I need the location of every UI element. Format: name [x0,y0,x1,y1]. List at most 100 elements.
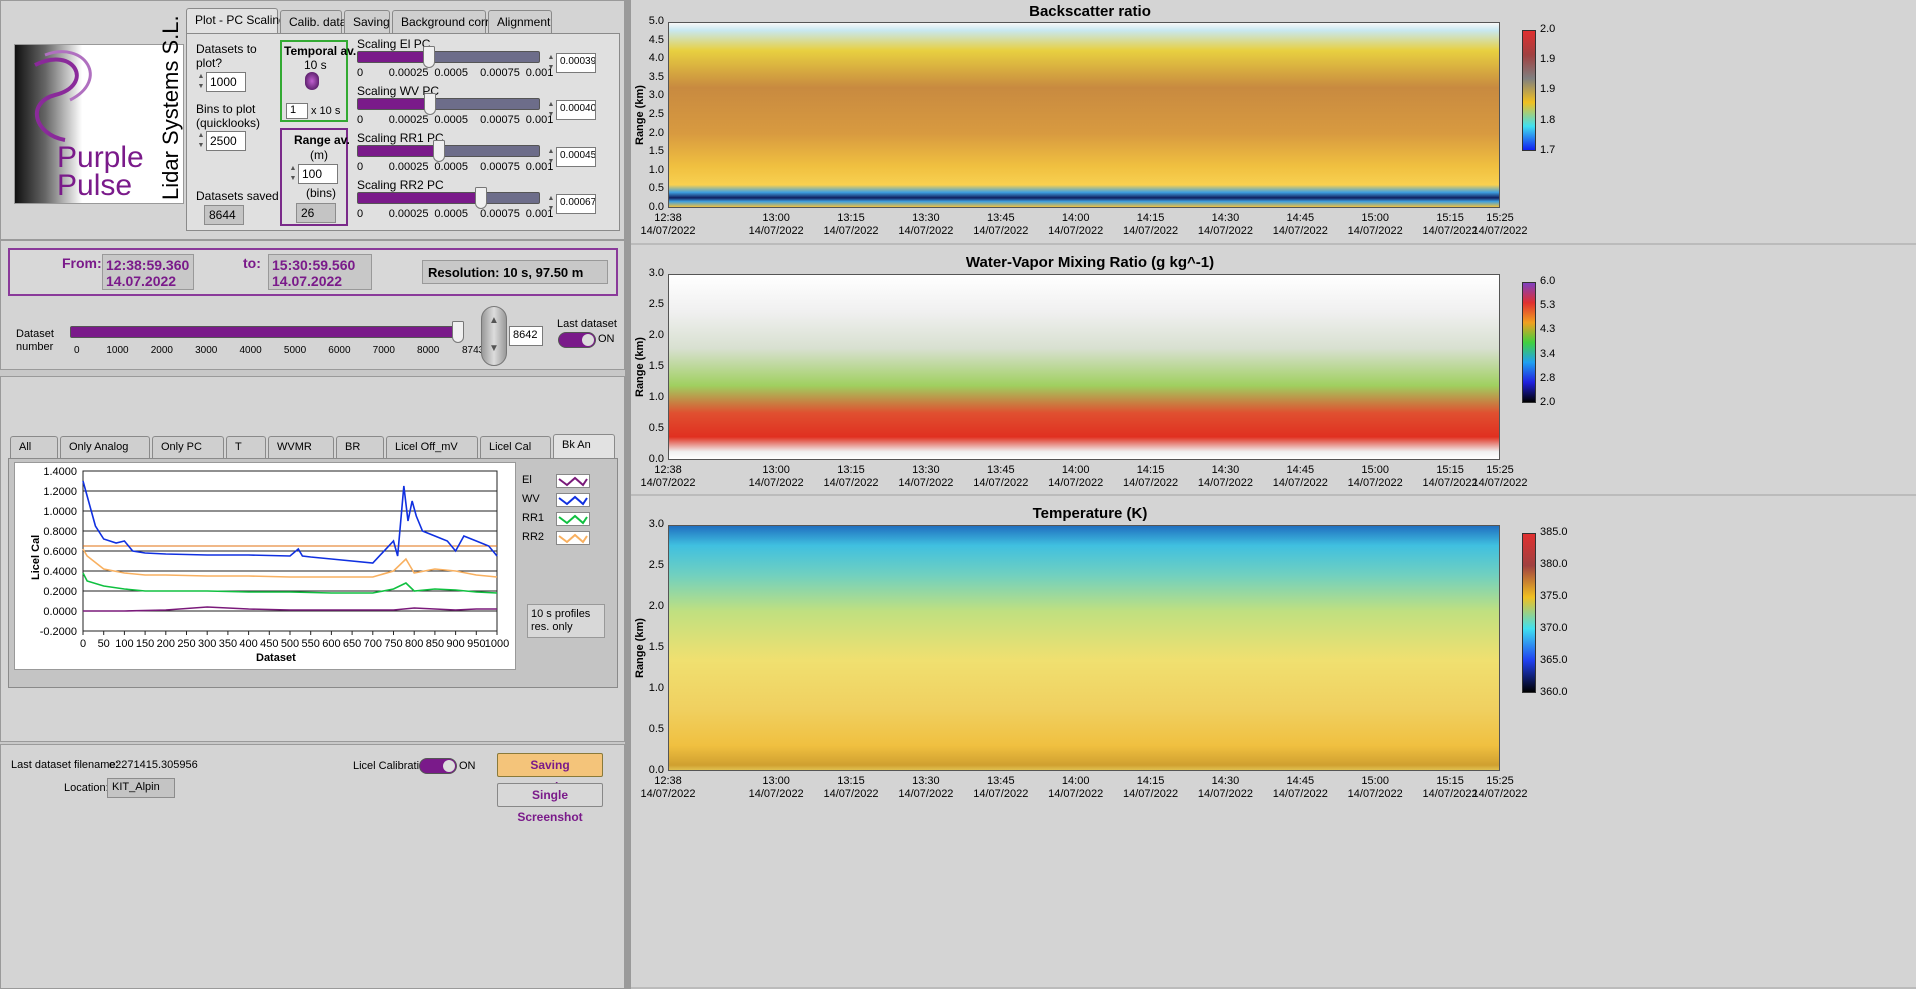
scaling-slider[interactable] [357,187,540,209]
tab-calib-data[interactable]: Calib. data [280,10,346,34]
tab-graph-licel-cal[interactable]: Licel Cal [480,436,551,460]
range-av-input[interactable]: 100 [298,164,338,184]
xtick-time: 13:00 [762,464,790,476]
licel-cal-toggle[interactable] [419,758,457,774]
scaling-value-spinner[interactable]: ▲ ▼ [546,147,556,167]
last-dataset-toggle[interactable] [558,332,596,348]
scaling-value-input[interactable]: 0.000394 [556,53,596,73]
backscatter-colorbar-tick: 2.0 [1540,23,1556,35]
tab-saving[interactable]: Saving [344,10,390,34]
temporal-av-knob[interactable] [305,72,319,90]
xtick-time: 14:00 [1061,212,1090,224]
dataset-slider-knob[interactable] [452,321,465,343]
chart-ytick: -0.2000 [40,626,77,638]
backscatter-xtick: 13:15 14/07/2022 [816,212,886,238]
xtick-time: 14:00 [1061,464,1090,476]
legend-label: El [522,474,532,486]
dataset-scale-tick: 1000 [106,345,129,356]
backscatter-title: Backscatter ratio [1029,3,1151,20]
chart-ytick: 0.0000 [43,606,77,618]
xtick-time: 12:38 [654,464,682,476]
tab-graph-all[interactable]: All [10,436,58,460]
scaling-value-input[interactable]: 0.00045 [556,147,596,167]
scaling-slider-label: Scaling RR2 PC [357,178,444,192]
scaling-value-input[interactable]: 0.000677 [556,194,596,214]
chart-xtick: 500 [281,638,299,650]
backscatter-xtick: 15:25 14/07/2022 [1465,212,1535,238]
tab-background-corr[interactable]: Background corr. [392,10,492,34]
legend-swatch [556,474,590,488]
xtick-date: 14/07/2022 [898,225,954,237]
datasets-to-plot-spinner[interactable]: ▲ ▼ [196,72,206,92]
legend-entry: WV [518,491,594,509]
dataset-slider[interactable] [70,321,465,343]
wvmr-colorbar-tick: 4.3 [1540,323,1556,336]
from-time-box: 12:38:59.360 14.07.2022 [102,254,194,290]
dataset-slider-fill [71,327,459,337]
tab-graph-only-analog[interactable]: Only Analog [60,436,150,460]
temperature-colorbar-tick: 375.0 [1540,589,1568,602]
scaling-slider-fill [358,193,481,203]
scaling-slider-fill [358,52,430,62]
scaling-value-input[interactable]: 0.000400 [556,100,596,120]
scaling-slider-fill [358,99,431,109]
temperature-xtick: 14:45 14/07/2022 [1265,775,1335,801]
tab-alignment[interactable]: Alignment [488,10,552,34]
dataset-number-label: Dataset number [16,328,54,353]
scaling-slider-knob[interactable] [474,187,487,209]
temperature-ytick: 0.5 [648,723,664,735]
tab-plot-pc-scaling[interactable]: Plot - PC Scaling [186,8,286,34]
scaling-slider[interactable] [357,46,540,68]
tab-graph-licel-off-mv[interactable]: Licel Off_mV [386,436,478,460]
tab-graph-bk-an[interactable]: Bk An [553,434,615,460]
scaling-value-spinner[interactable]: ▲ ▼ [546,100,556,120]
from-date: 14.07.2022 [106,273,177,289]
wvmr-title: Water-Vapor Mixing Ratio (g kg^-1) [965,254,1215,271]
xtick-time: 13:00 [762,775,790,787]
chart-xtick: 0 [80,638,86,650]
bins-to-plot-spinner[interactable]: ▲ ▼ [196,131,206,151]
chart-ytick: 0.4000 [43,566,77,578]
bins-to-plot-input[interactable]: 2500 [206,131,246,151]
backscatter-xtick: 13:00 14/07/2022 [741,212,811,238]
saving-screenshots-button[interactable]: Saving screenshots... [497,753,603,794]
single-screenshot-button[interactable]: Single Screenshot [497,783,603,824]
range-av-spinner[interactable]: ▲ ▼ [288,164,298,184]
temporal-av-label: Temporal av. [284,44,357,58]
wvmr-colorbar-tick: 2.0 [1540,395,1556,408]
tab-graph-br[interactable]: BR [336,436,384,460]
scaling-slider-knob[interactable] [423,46,436,68]
xtick-time: 14:45 [1286,212,1315,224]
xtick-time: 13:15 [837,464,865,476]
scaling-value-spinner[interactable]: ▲ ▼ [546,53,556,73]
scaling-slider-knob[interactable] [433,140,446,162]
dataset-number-input[interactable]: 8642 [509,326,543,346]
temperature-xtick: 14:15 14/07/2022 [1116,775,1186,801]
tab-graph-t[interactable]: T [226,436,266,460]
temporal-av-input[interactable]: 1 [286,103,308,119]
scaling-slider[interactable] [357,140,540,162]
scaling-value-spinner[interactable]: ▲ ▼ [546,194,556,214]
licel-cal-state: ON [459,760,476,772]
legend-entry: RR1 [518,510,594,528]
xtick-date: 14/07/2022 [640,788,696,800]
datasets-to-plot-input[interactable]: 1000 [206,72,246,92]
tab-graph-wvmr[interactable]: WVMR [268,436,334,460]
xtick-date: 14/07/2022 [748,788,804,800]
xtick-date: 14/07/2022 [1347,477,1403,489]
last-filename-value: e2271415.305956 [109,759,198,771]
wvmr-colorbar-tick: 2.8 [1540,371,1556,384]
wvmr-ytick: 2.5 [648,298,664,310]
backscatter-xtick: 13:45 14/07/2022 [966,212,1036,238]
temperature-colorbar-tick: 365.0 [1540,653,1568,666]
backscatter-colorbar [1522,30,1536,151]
chart-ytick: 0.2000 [43,586,77,598]
tab-graph-only-pc[interactable]: Only PC [152,436,224,460]
xtick-date: 14/07/2022 [1347,788,1403,800]
chart-xtick: 650 [343,638,361,650]
scaling-slider-tick: 0.0005 [434,208,469,220]
xtick-time: 13:45 [987,775,1015,787]
scaling-slider-knob[interactable] [424,93,437,115]
scaling-slider[interactable] [357,93,540,115]
dataset-stepper-knob[interactable]: ▲ ▼ [481,306,507,366]
